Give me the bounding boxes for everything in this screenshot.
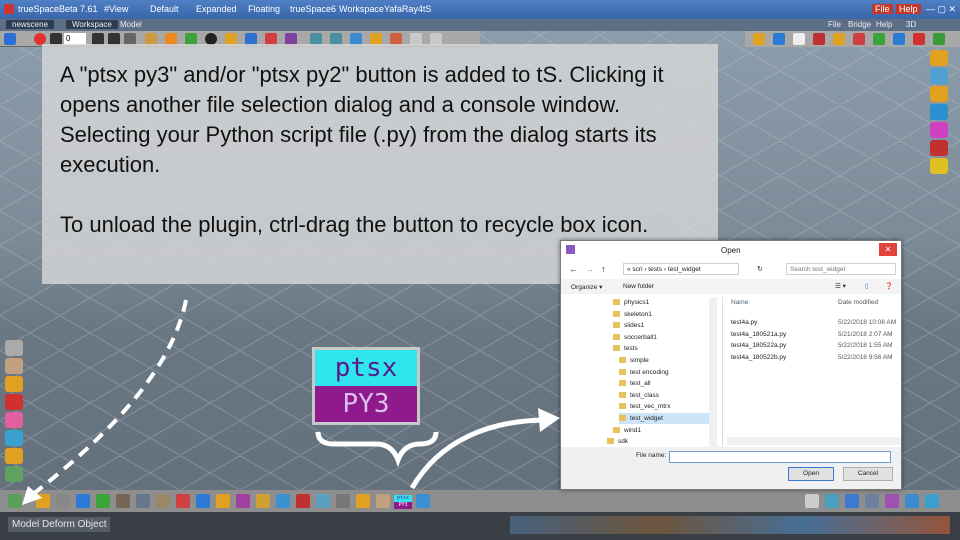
solid-arrow-to-dialog xyxy=(409,417,549,490)
dashed-arrow-to-recycle-bin xyxy=(26,299,188,500)
curly-brace-icon xyxy=(315,431,439,468)
annotation-arrows xyxy=(22,299,560,505)
solid-arrow-head xyxy=(538,408,560,432)
